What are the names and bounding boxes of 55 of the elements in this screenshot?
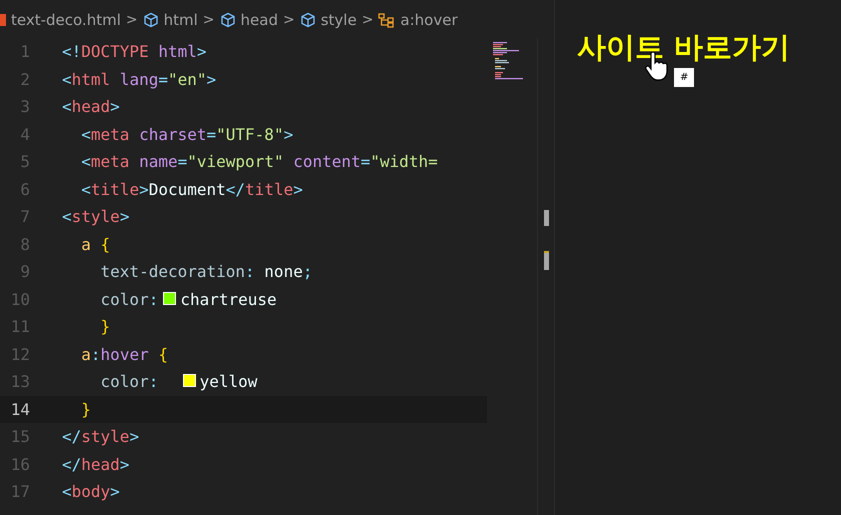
- cube-icon: [300, 12, 316, 28]
- scrollbar-marker: [544, 251, 549, 270]
- line-number: 3: [19, 97, 30, 116]
- code-line: </style>: [62, 427, 140, 446]
- chevron-separator: >: [202, 12, 215, 28]
- line-number: 13: [10, 372, 30, 392]
- line-number: 6: [19, 180, 30, 199]
- chevron-separator: >: [126, 12, 138, 28]
- line-number: 5: [19, 152, 30, 172]
- code-line: <meta charset="UTF-8">: [80, 124, 294, 144]
- line-number: 9: [19, 262, 30, 282]
- code-line: <meta name="viewport" content="width=: [80, 152, 438, 172]
- code-line: </head>: [62, 454, 130, 474]
- line-number: 11: [10, 317, 30, 336]
- cube-icon: [142, 12, 159, 28]
- breadcrumb-item[interactable]: html: [142, 11, 198, 29]
- line-number: 10: [10, 290, 30, 309]
- breadcrumb-item[interactable]: a:hover: [378, 11, 458, 29]
- code-line: <title>Document</title>: [80, 180, 303, 199]
- code-line: color: chartreuse: [100, 290, 277, 309]
- line-number: 4: [19, 124, 30, 144]
- code-line: <body>: [62, 482, 120, 502]
- color-swatch[interactable]: [163, 292, 176, 305]
- line-number: 8: [19, 234, 30, 254]
- minimap-drawing: [493, 42, 523, 82]
- site-link[interactable]: 사이트 바로가기: [577, 28, 790, 68]
- code-line: a {: [80, 234, 110, 254]
- line-number: 17: [10, 482, 30, 502]
- line-number: 14: [10, 400, 30, 419]
- file-icon: [0, 13, 6, 27]
- code-line: }: [100, 317, 110, 336]
- code-line: <head>: [62, 97, 120, 116]
- color-swatch[interactable]: [182, 374, 196, 388]
- code-line: text-decoration: none;: [100, 262, 312, 282]
- cube-icon: [220, 12, 236, 28]
- breadcrumb-item[interactable]: head: [220, 11, 278, 29]
- hierarchy-icon: [378, 12, 396, 28]
- line-number: 2: [19, 70, 30, 89]
- code-line: <html lang="en">: [62, 70, 216, 89]
- code-line: <!DOCTYPE html>: [62, 42, 207, 62]
- chevron-separator: >: [282, 12, 295, 28]
- code-line: }: [80, 400, 91, 419]
- chevron-separator: >: [362, 12, 374, 28]
- line-number: 16: [10, 454, 30, 474]
- breadcrumb-item[interactable]: text-deco.html: [0, 11, 121, 29]
- link-tooltip: #: [674, 68, 694, 87]
- code-line: a:hover {: [80, 344, 168, 364]
- code-line: <style>: [62, 207, 130, 226]
- line-number: 7: [19, 207, 30, 226]
- code-line: color: yellow: [100, 372, 258, 392]
- line-number: 12: [10, 344, 30, 364]
- breadcrumb-item[interactable]: style: [300, 11, 357, 29]
- line-number: 1: [19, 42, 30, 62]
- line-number: 15: [10, 427, 30, 446]
- scrollbar-marker: [544, 210, 549, 226]
